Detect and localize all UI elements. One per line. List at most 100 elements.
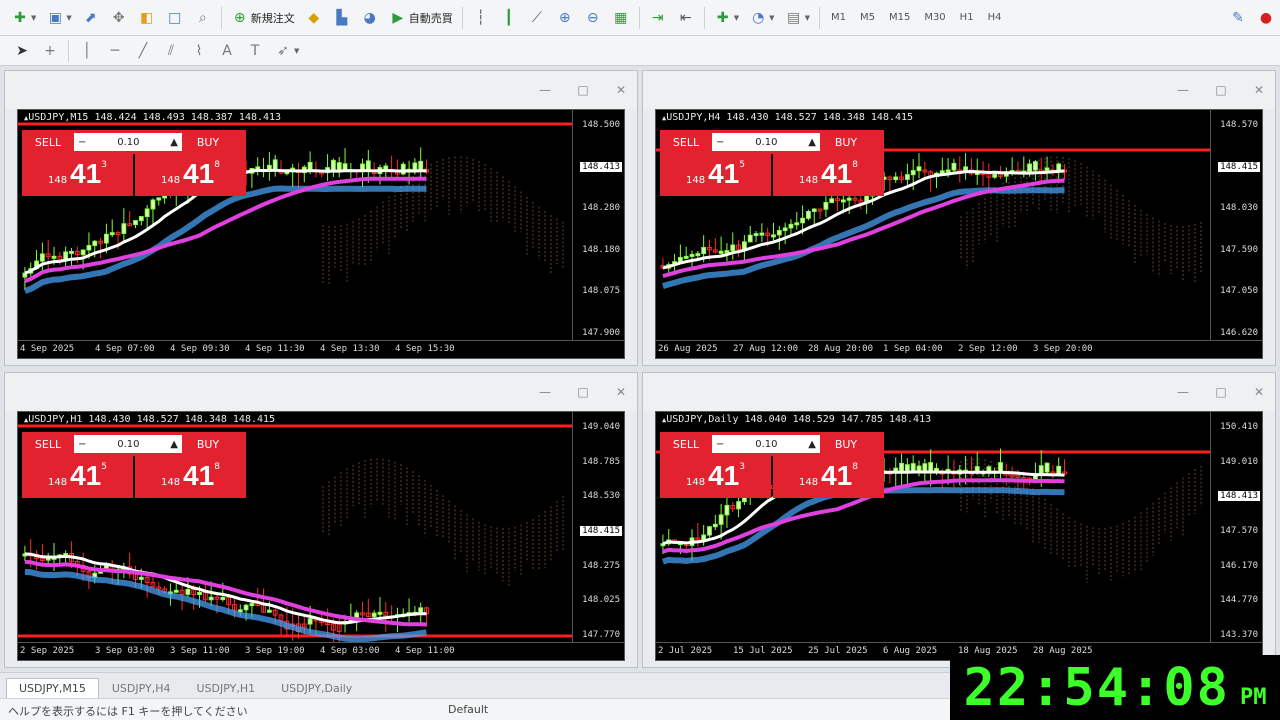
templates-button[interactable]: ▤ ▼: [781, 5, 814, 31]
tab-chart-1[interactable]: USDJPY,M15: [6, 678, 99, 698]
timeframe-m15-button[interactable]: M15: [883, 5, 916, 31]
close-icon[interactable]: ✕: [1251, 83, 1267, 97]
minimize-icon[interactable]: —: [1175, 385, 1191, 399]
fibonacci-button[interactable]: ⌇: [186, 38, 212, 64]
close-icon[interactable]: ✕: [613, 83, 629, 97]
chart-canvas[interactable]: USDJPY,M15 148.424 148.493 148.387 148.4…: [17, 109, 625, 359]
tab-chart-3[interactable]: USDJPY,H1: [183, 678, 268, 698]
price-axis: 150.410 149.010 148.413 147.570 146.170 144.7…: [1210, 412, 1262, 642]
maximize-icon[interactable]: □: [575, 385, 591, 399]
chart-canvas[interactable]: USDJPY,H1 148.430 148.527 148.348 148.41…: [17, 411, 625, 661]
arrows-button[interactable]: ➶ ▼: [270, 38, 303, 64]
new-order-button[interactable]: ⊕ 新規注文: [227, 5, 299, 31]
tile-windows-button[interactable]: ▦: [608, 5, 634, 31]
lot-size-stepper[interactable]: − 0.10 ▲: [74, 435, 182, 453]
minimize-icon[interactable]: —: [1175, 83, 1191, 97]
increase-lot-icon[interactable]: ▲: [170, 439, 178, 450]
timeframe-h1-button[interactable]: H1: [954, 5, 980, 31]
timeframe-m1-button[interactable]: M1: [825, 5, 852, 31]
data-window-button[interactable]: ✥: [106, 5, 132, 31]
increase-lot-icon[interactable]: ▲: [170, 137, 178, 148]
candle-body: [736, 501, 741, 510]
timeframe-m30-button[interactable]: M30: [918, 5, 951, 31]
ask-price-box[interactable]: 148 41 8: [773, 456, 884, 498]
lot-size-stepper[interactable]: − 0.10 ▲: [74, 133, 182, 151]
chart-window-usdjpy-m15[interactable]: — □ ✕ USDJPY,M15 148.424 148.493 148.387 14…: [4, 70, 638, 366]
close-icon[interactable]: ✕: [1251, 385, 1267, 399]
time-tick-label: 28 Aug 20:00: [808, 344, 874, 354]
bid-price-box[interactable]: 148 41 3: [660, 456, 771, 498]
chart-window-usdjpy-h4[interactable]: — □ ✕ USDJPY,H4 148.430 148.527 148.348 148…: [642, 70, 1276, 366]
buy-button[interactable]: BUY: [820, 438, 872, 451]
bar-chart-button[interactable]: ┆: [468, 5, 494, 31]
decrease-lot-icon[interactable]: −: [78, 439, 86, 450]
sell-button[interactable]: SELL: [660, 136, 712, 149]
options-button[interactable]: ✎: [1225, 5, 1251, 31]
tab-chart-2[interactable]: USDJPY,H4: [99, 678, 184, 698]
line-chart-button[interactable]: ⟋: [524, 5, 550, 31]
bid-price-box[interactable]: 148 41 3: [22, 154, 133, 196]
buy-button[interactable]: BUY: [820, 136, 872, 149]
minimize-icon[interactable]: —: [537, 385, 553, 399]
ask-price-box[interactable]: 148 41 8: [135, 154, 246, 196]
periods-button[interactable]: ◔ ▼: [745, 5, 778, 31]
cursor-icon: ➤: [16, 42, 28, 59]
sell-button[interactable]: SELL: [22, 438, 74, 451]
buy-button[interactable]: BUY: [182, 136, 234, 149]
alert-button[interactable]: ●: [1253, 5, 1279, 31]
market-button[interactable]: ◕: [357, 5, 383, 31]
metaeditor-button[interactable]: ◆: [301, 5, 327, 31]
timeframe-h4-button[interactable]: H4: [982, 5, 1008, 31]
profiles-button[interactable]: ▣ ▼: [42, 5, 75, 31]
bid-price-box[interactable]: 148 41 5: [22, 456, 133, 498]
cursor-button[interactable]: ➤: [9, 38, 35, 64]
chart-window-usdjpy-h1[interactable]: — □ ✕ USDJPY,H1 148.430 148.527 148.348 148…: [4, 372, 638, 668]
trendline-button[interactable]: ╱: [130, 38, 156, 64]
strategy-tester-button[interactable]: ⌕: [190, 5, 216, 31]
vertical-line-button[interactable]: │: [74, 38, 100, 64]
market-watch-button[interactable]: ⬈: [78, 5, 104, 31]
candle-chart-button[interactable]: ┃: [496, 5, 522, 31]
timeframe-m5-button[interactable]: M5: [854, 5, 881, 31]
minimize-icon[interactable]: —: [537, 83, 553, 97]
ask-price-box[interactable]: 148 41 8: [135, 456, 246, 498]
decrease-lot-icon[interactable]: −: [716, 439, 724, 450]
ask-price-box[interactable]: 148 41 8: [773, 154, 884, 196]
zoom-in-button[interactable]: ⊕: [552, 5, 578, 31]
tab-chart-4[interactable]: USDJPY,Daily: [268, 678, 365, 698]
text-button[interactable]: A: [214, 38, 240, 64]
auto-scroll-button[interactable]: ⇥: [645, 5, 671, 31]
sell-button[interactable]: SELL: [660, 438, 712, 451]
label-button[interactable]: T: [242, 38, 268, 64]
candle-body: [689, 253, 695, 257]
bid-price-box[interactable]: 148 41 5: [660, 154, 771, 196]
chart-shift-button[interactable]: ⇤: [673, 5, 699, 31]
increase-lot-icon[interactable]: ▲: [808, 439, 816, 450]
window-titlebar: — □ ✕: [5, 373, 637, 411]
decrease-lot-icon[interactable]: −: [716, 137, 724, 148]
indicators-button[interactable]: ✚ ▼: [710, 5, 743, 31]
chevron-down-icon: ▼: [31, 13, 37, 22]
chart-window-usdjpy-daily[interactable]: — □ ✕ USDJPY,Daily 148.040 148.529 147.785 …: [642, 372, 1276, 668]
horizontal-line-button[interactable]: ─: [102, 38, 128, 64]
chart-canvas[interactable]: USDJPY,Daily 148.040 148.529 147.785 148…: [655, 411, 1263, 661]
decrease-lot-icon[interactable]: −: [78, 137, 86, 148]
maximize-icon[interactable]: □: [1213, 385, 1229, 399]
chart-canvas[interactable]: USDJPY,H4 148.430 148.527 148.348 148.41…: [655, 109, 1263, 359]
signals-button[interactable]: ▙: [329, 5, 355, 31]
maximize-icon[interactable]: □: [575, 83, 591, 97]
buy-button[interactable]: BUY: [182, 438, 234, 451]
increase-lot-icon[interactable]: ▲: [808, 137, 816, 148]
lot-size-stepper[interactable]: − 0.10 ▲: [712, 133, 820, 151]
close-icon[interactable]: ✕: [613, 385, 629, 399]
terminal-button[interactable]: □: [162, 5, 188, 31]
auto-trading-button[interactable]: ▶ 自動売買: [385, 5, 457, 31]
maximize-icon[interactable]: □: [1213, 83, 1229, 97]
crosshair-button[interactable]: +: [37, 38, 63, 64]
zoom-out-button[interactable]: ⊖: [580, 5, 606, 31]
sell-button[interactable]: SELL: [22, 136, 74, 149]
channel-button[interactable]: ⫽: [158, 38, 184, 64]
lot-size-stepper[interactable]: − 0.10 ▲: [712, 435, 820, 453]
navigator-button[interactable]: ◧: [134, 5, 160, 31]
new-chart-button[interactable]: ✚ ▼: [7, 5, 40, 31]
